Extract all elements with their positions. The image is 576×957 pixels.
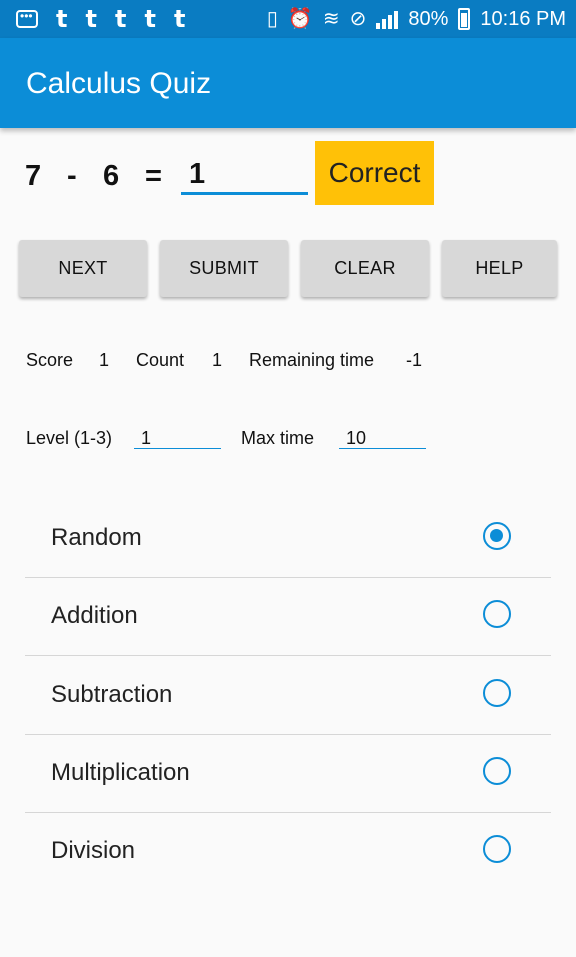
score-label: Score: [26, 350, 74, 370]
t-app-icon: t: [56, 5, 68, 33]
app-bar: Calculus Quiz: [0, 38, 576, 128]
score-value: 1: [99, 350, 110, 370]
radio-label: Random: [51, 524, 142, 551]
operand-2: 6: [103, 160, 120, 192]
t-app-icon: t: [114, 5, 127, 33]
no-signal-icon: ⊘: [349, 8, 367, 30]
message-icon: [16, 9, 38, 28]
status-bar: t t t t t ▯ ⏰ ≋ ⊘ 80% 10:16 PM: [0, 0, 576, 38]
radio-option-subtraction[interactable]: Subtraction: [25, 657, 551, 735]
count-value: 1: [212, 350, 223, 370]
radio-unchecked-icon[interactable]: [483, 835, 511, 863]
radio-unchecked-icon[interactable]: [483, 679, 511, 707]
divider: [25, 655, 551, 656]
equals-sign: =: [145, 160, 162, 192]
radio-label: Addition: [51, 602, 138, 629]
radio-label: Division: [51, 837, 136, 864]
radio-unchecked-icon[interactable]: [483, 757, 511, 785]
radio-option-addition[interactable]: Addition: [25, 578, 551, 656]
app-title: Calculus Quiz: [26, 67, 212, 100]
radio-unchecked-icon[interactable]: [483, 600, 511, 628]
max-time-input[interactable]: 10: [339, 422, 426, 449]
remaining-time-value: -1: [406, 350, 423, 370]
answer-value: 1: [189, 158, 206, 190]
clock: 10:16 PM: [480, 7, 566, 30]
radio-option-random[interactable]: Random: [25, 500, 551, 578]
signal-icon: [376, 9, 399, 29]
radio-label: Subtraction: [51, 681, 173, 708]
level-input[interactable]: 1: [134, 422, 221, 449]
wifi-icon: ≋: [322, 8, 340, 30]
battery-icon: [458, 8, 471, 30]
next-button[interactable]: NEXT: [19, 240, 147, 297]
answer-input[interactable]: 1: [181, 152, 308, 195]
system-icons: ▯ ⏰ ≋ ⊘ 80% 10:16 PM: [267, 4, 566, 34]
radio-option-multiplication[interactable]: Multiplication: [25, 735, 551, 813]
notification-icons: t t t t t: [16, 6, 185, 32]
help-button[interactable]: HELP: [442, 240, 557, 297]
t-app-icon: t: [85, 5, 97, 33]
submit-button[interactable]: SUBMIT: [160, 240, 288, 297]
level-value: 1: [141, 428, 152, 448]
alarm-icon: ⏰: [287, 8, 313, 30]
battery-percent: 80%: [408, 7, 449, 30]
max-time-value: 10: [346, 428, 367, 448]
radio-label: Multiplication: [51, 759, 190, 786]
result-badge: Correct: [315, 141, 434, 205]
t-app-icon: t: [173, 5, 186, 33]
t-app-icon: t: [144, 5, 156, 33]
vibrate-icon: ▯: [266, 8, 278, 30]
count-label: Count: [136, 350, 185, 370]
max-time-label: Max time: [241, 428, 315, 448]
clear-button[interactable]: CLEAR: [301, 240, 429, 297]
operand-1: 7: [25, 160, 42, 192]
operator: -: [67, 160, 77, 192]
remaining-time-label: Remaining time: [249, 350, 375, 370]
level-label: Level (1-3): [26, 428, 113, 448]
radio-option-division[interactable]: Division: [25, 813, 551, 891]
radio-checked-icon[interactable]: [483, 522, 511, 550]
